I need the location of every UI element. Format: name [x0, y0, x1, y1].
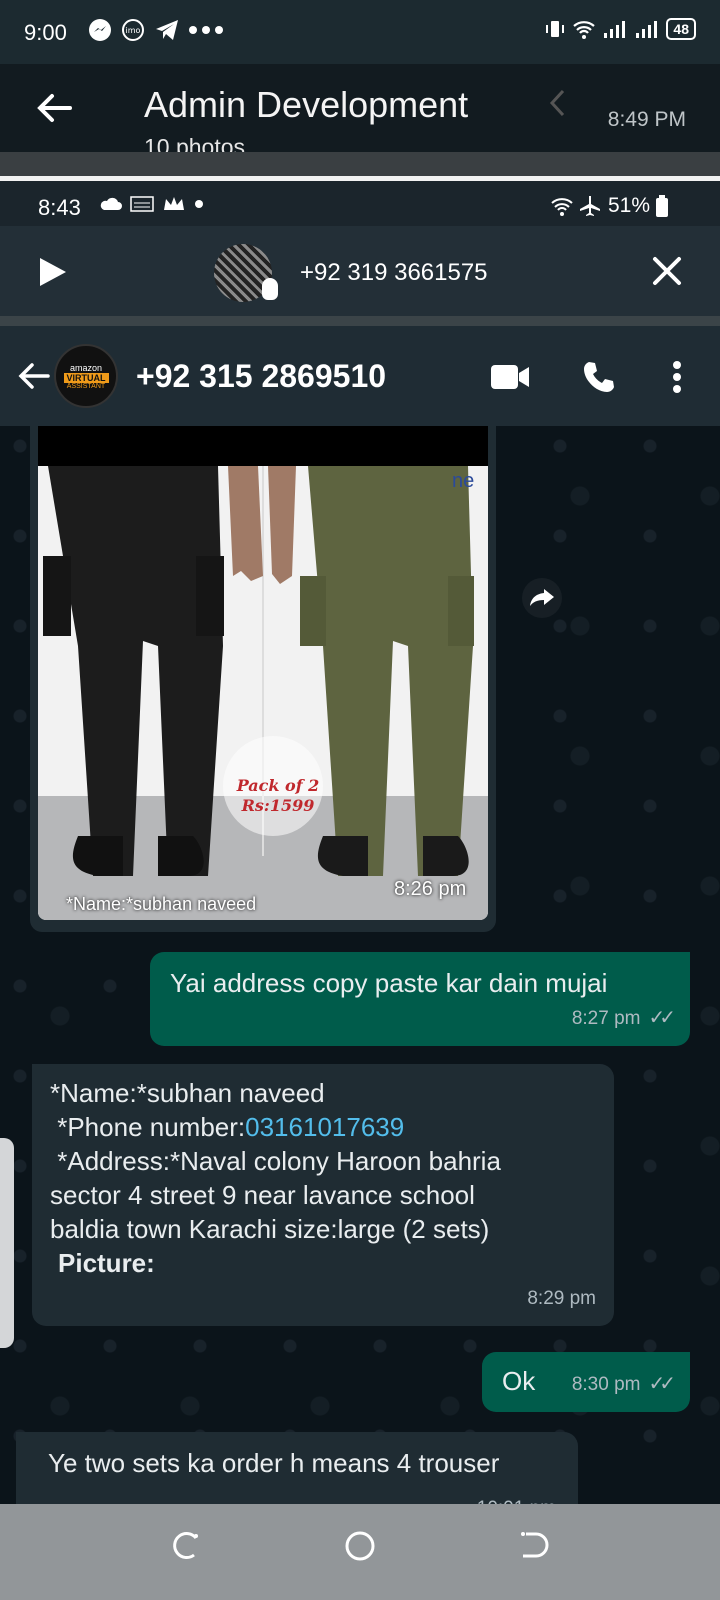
- message-meta: 8:30 pm ✓✓: [571, 1367, 676, 1402]
- wifi-icon: [551, 198, 573, 216]
- arrow-left-icon[interactable]: [36, 92, 72, 124]
- wifi-icon: [573, 21, 596, 39]
- play-icon[interactable]: [38, 256, 68, 288]
- outgoing-message[interactable]: Yai address copy paste kar dain mujai 8:…: [150, 952, 690, 1046]
- read-receipt-icon: ✓✓: [648, 1373, 675, 1395]
- navigation-bar: [0, 1504, 720, 1600]
- crown-icon: [164, 197, 184, 210]
- battery-level: 48: [666, 18, 696, 40]
- divider: [0, 316, 720, 326]
- arrow-left-icon[interactable]: [18, 362, 50, 390]
- battery-icon: [656, 195, 668, 217]
- message-body: *Name:*subhan naveed *Phone number:03161…: [50, 1076, 530, 1280]
- incoming-message[interactable]: *Name:*subhan naveed *Phone number:03161…: [32, 1064, 614, 1326]
- image-caption: *Name:*subhan naveed: [66, 894, 257, 914]
- airplane-icon: [579, 196, 600, 216]
- recents-icon[interactable]: [170, 1530, 202, 1562]
- signal-icon-2: [636, 21, 658, 38]
- message-meta: 8:27 pm ✓✓: [571, 1001, 676, 1036]
- pack-label: Pack of 2: [236, 776, 320, 795]
- pack-overlay: Pack of 2 Rs:1599: [228, 776, 328, 816]
- brand-fragment: ne: [452, 470, 475, 492]
- svg-text:imo: imo: [126, 26, 141, 35]
- dot-icon: [195, 200, 203, 208]
- telegram-icon: [156, 20, 178, 40]
- app-badge-icon: [130, 196, 154, 212]
- close-icon[interactable]: [652, 256, 682, 286]
- pack-price: Rs:1599: [241, 796, 315, 815]
- system-indicators: 48: [544, 18, 696, 40]
- inner-status-bar: 8:43 51%: [0, 181, 720, 226]
- back-icon[interactable]: [518, 1530, 550, 1562]
- picture-label: Picture:: [58, 1248, 155, 1278]
- message-time: 8:29 pm: [527, 1288, 596, 1309]
- avatar-text-assistant: ASSISTANT: [66, 382, 106, 390]
- voice-note-bar: +92 319 3661575: [0, 226, 720, 316]
- avatar-text-amazon: amazon: [69, 362, 103, 373]
- phone-label: *Phone number:: [50, 1112, 246, 1142]
- incoming-message[interactable]: Ye two sets ka order h means 4 trouser 1…: [16, 1432, 578, 1504]
- contact-name[interactable]: +92 315 2869510: [136, 358, 386, 395]
- chat-header: amazon VIRTUAL ASSISTANT +92 315 2869510: [0, 326, 720, 426]
- phone-icon[interactable]: [582, 360, 616, 394]
- caller-number: +92 319 3661575: [300, 259, 488, 286]
- message-text: Ok: [502, 1366, 536, 1396]
- image-message[interactable]: ne Pack of 2 Rs:1599 *Name:*subhan naveed…: [30, 426, 496, 932]
- name-line: *Name:*subhan naveed: [50, 1078, 325, 1108]
- system-status-bar: 9:00 imo 48: [0, 0, 720, 64]
- video-icon[interactable]: [490, 364, 530, 390]
- phone-link[interactable]: 03161017639: [245, 1112, 404, 1142]
- vibrate-icon: [546, 21, 565, 37]
- cloud-icon: [100, 197, 122, 210]
- inner-battery: 51%: [607, 194, 650, 217]
- edge-panel-handle[interactable]: [0, 1138, 14, 1348]
- messenger-icon: [89, 19, 111, 41]
- inner-notification-icons: [98, 195, 204, 213]
- album-title: Admin Development: [144, 84, 469, 125]
- chat-area[interactable]: ne Pack of 2 Rs:1599 *Name:*subhan naveed…: [0, 426, 720, 1504]
- more-notifications-icon: [189, 26, 223, 34]
- imo-icon: imo: [122, 19, 144, 41]
- product-photo[interactable]: ne Pack of 2 Rs:1599 *Name:*subhan naveed…: [38, 426, 488, 920]
- read-receipt-icon: ✓✓: [648, 1007, 675, 1029]
- contact-avatar[interactable]: amazon VIRTUAL ASSISTANT: [54, 344, 118, 408]
- album-time: 8:49 PM: [607, 108, 686, 131]
- outgoing-message[interactable]: Ok 8:30 pm ✓✓: [482, 1352, 690, 1412]
- notification-icons: imo: [88, 18, 224, 42]
- mic-icon: [262, 278, 278, 300]
- avatar-text-virtual: VIRTUAL: [63, 372, 109, 383]
- chevron-left-icon[interactable]: [548, 88, 566, 118]
- forward-icon: [530, 589, 554, 606]
- gallery-header: Admin Development 10 photos 8:49 PM: [0, 64, 720, 160]
- message-time: 10:01 pm: [477, 1492, 556, 1504]
- inner-indicators: 51%: [550, 194, 668, 218]
- more-vert-icon[interactable]: [672, 360, 682, 394]
- forward-button[interactable]: [522, 578, 562, 618]
- trousers-image: [43, 466, 474, 876]
- home-icon[interactable]: [344, 1530, 376, 1562]
- status-time: 9:00: [24, 20, 67, 45]
- message-time: 8:30 pm: [571, 1374, 641, 1395]
- inner-status-time: 8:43: [38, 195, 81, 220]
- message-text: Yai address copy paste kar dain mujai: [170, 968, 608, 998]
- divider: [0, 152, 720, 176]
- message-time: 8:26 pm: [394, 878, 467, 900]
- message-time: 8:27 pm: [571, 1008, 641, 1029]
- address-text: *Address:*Naval colony Haroon bahria sec…: [50, 1146, 509, 1244]
- phone-line: *Phone number:03161017639: [50, 1110, 530, 1144]
- message-text: Ye two sets ka order h means 4 trouser: [48, 1448, 500, 1478]
- signal-icon: [604, 21, 626, 38]
